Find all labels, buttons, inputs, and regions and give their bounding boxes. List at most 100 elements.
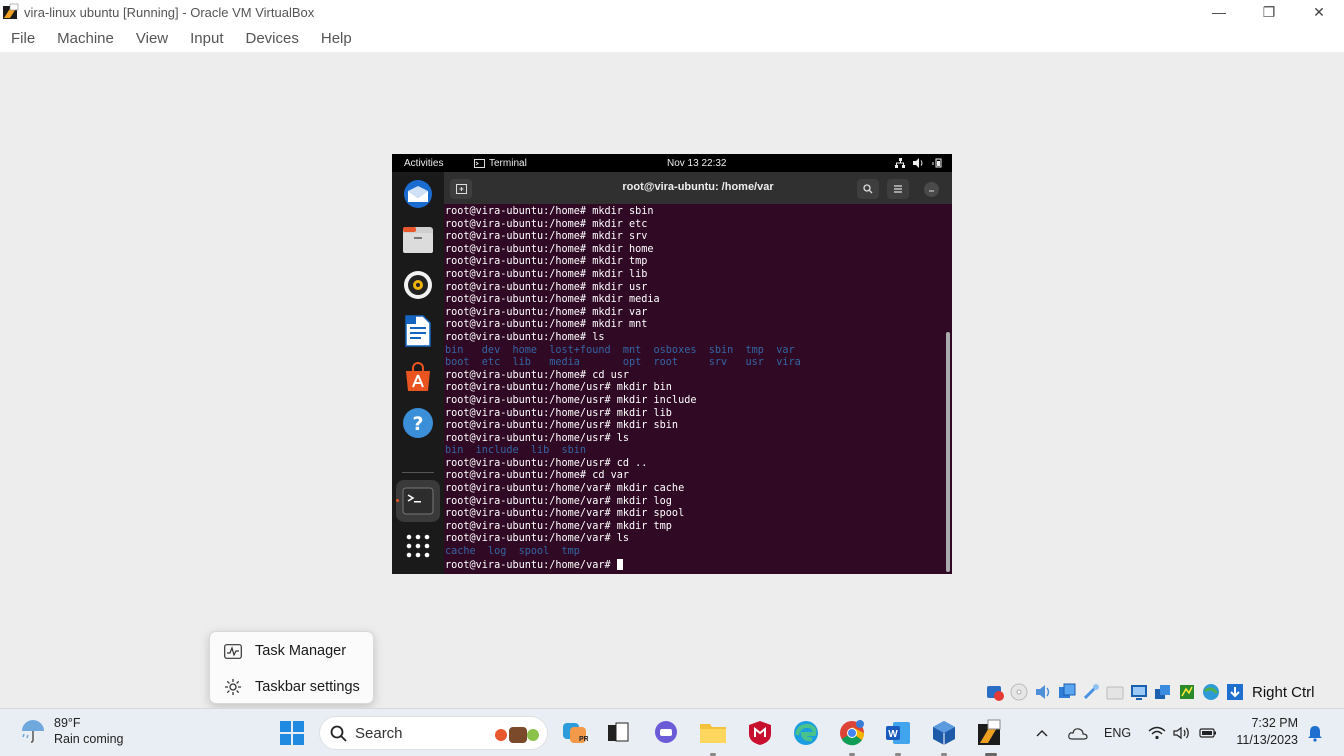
dock-separator: [402, 472, 434, 473]
menu-devices[interactable]: Devices: [246, 30, 299, 47]
cpu-icon[interactable]: [1176, 681, 1198, 703]
menu-file[interactable]: File: [11, 30, 35, 47]
mcafee-icon[interactable]: [744, 717, 776, 749]
hard-disk-icon[interactable]: [984, 681, 1006, 703]
terminal-prompt[interactable]: root@vira-ubuntu:/home/var#: [445, 558, 944, 573]
window-title: vira-linux ubuntu [Running] - Oracle VM …: [24, 4, 315, 20]
terminal-line: root@vira-ubuntu:/home/var# mkdir tmp: [445, 520, 672, 532]
terminal-headerbar: root@vira-ubuntu: /home/var: [444, 172, 952, 204]
files-icon[interactable]: [401, 223, 435, 257]
weather-widget[interactable]: 89°F Rain coming: [20, 715, 123, 747]
terminal-line: root@vira-ubuntu:/home# mkdir home: [445, 243, 654, 255]
task-manager-item[interactable]: Task Manager: [210, 634, 375, 668]
terminal-menu-button[interactable]: [887, 179, 909, 199]
battery-icon[interactable]: [1199, 709, 1217, 756]
show-apps-icon[interactable]: [401, 529, 435, 563]
windows-logo-icon: [280, 721, 304, 745]
network-adapter-icon[interactable]: [1056, 681, 1078, 703]
task-manager-label: Task Manager: [255, 643, 347, 659]
active-app-label: Terminal: [489, 157, 527, 169]
shared-folder-icon[interactable]: [1104, 681, 1126, 703]
file-explorer-icon[interactable]: [697, 717, 729, 749]
menu-bar: File Machine View Input Devices Help: [0, 24, 1344, 52]
system-status-area[interactable]: [895, 158, 942, 168]
edge-icon[interactable]: [790, 717, 822, 749]
minimize-button[interactable]: —: [1194, 0, 1244, 24]
terminal-line: root@vira-ubuntu:/home/var# mkdir cache: [445, 483, 685, 495]
search-icon: [863, 184, 873, 194]
teams-chat-icon[interactable]: [650, 717, 682, 749]
active-app-indicator[interactable]: Terminal: [474, 158, 527, 169]
terminal-search-button[interactable]: [857, 179, 879, 199]
rain-umbrella-icon: [22, 720, 44, 743]
terminal-icon[interactable]: [396, 480, 440, 522]
start-button[interactable]: [276, 717, 308, 749]
word-icon[interactable]: W: [882, 717, 914, 749]
terminal-line: root@vira-ubuntu:/home/usr# ls: [445, 432, 630, 444]
svg-text:PRE: PRE: [579, 736, 588, 743]
host-key-label[interactable]: Right Ctrl: [1252, 684, 1315, 701]
rhythmbox-icon[interactable]: [401, 268, 435, 302]
recording-icon[interactable]: [1152, 681, 1174, 703]
terminal-line: root@vira-ubuntu:/home# mkdir mnt: [445, 319, 648, 331]
audio-icon[interactable]: [1032, 681, 1054, 703]
search-label: Search: [355, 724, 403, 742]
writer-icon[interactable]: [401, 314, 435, 348]
activities-button[interactable]: Activities: [404, 158, 443, 169]
menu-machine[interactable]: Machine: [57, 30, 114, 47]
menu-help[interactable]: Help: [321, 30, 352, 47]
taskbar-context-menu: Task Manager Taskbar settings: [209, 631, 374, 704]
terminal-line: root@vira-ubuntu:/home# mkdir media: [445, 294, 660, 306]
terminal-dir-listing: bin include lib sbin: [445, 445, 587, 457]
power-icon: [932, 158, 942, 168]
terminal-line: root@vira-ubuntu:/home# mkdir etc: [445, 218, 648, 230]
guest-display[interactable]: Activities Terminal Nov 13 22:32 ? root@…: [392, 154, 952, 574]
taskbar-settings-item[interactable]: Taskbar settings: [210, 670, 375, 704]
terminal-line: root@vira-ubuntu:/home# mkdir tmp: [445, 256, 648, 268]
notifications-bell-icon[interactable]: [1306, 709, 1324, 756]
close-button[interactable]: ✕: [1294, 0, 1344, 24]
wifi-icon[interactable]: [1148, 709, 1166, 756]
optical-drive-icon[interactable]: [1008, 681, 1030, 703]
clock-time: 7:32 PM: [1251, 716, 1298, 730]
taskbar-search[interactable]: Search: [319, 716, 548, 750]
volume-icon[interactable]: [1173, 709, 1191, 756]
language-indicator[interactable]: ENG: [1104, 709, 1131, 756]
search-icon: [330, 725, 347, 742]
keyboard-capture-icon[interactable]: [1224, 681, 1246, 703]
terminal-line: root@vira-ubuntu:/home/var# mkdir log: [445, 495, 672, 507]
terminal-window[interactable]: root@vira-ubuntu: /home/var root@vira-ub…: [444, 172, 952, 574]
thunderbird-icon[interactable]: [401, 177, 435, 211]
hamburger-icon: [894, 185, 902, 193]
display-icon[interactable]: [1128, 681, 1150, 703]
usb-icon[interactable]: [1080, 681, 1102, 703]
restore-button[interactable]: ❐: [1244, 0, 1294, 24]
terminal-line: root@vira-ubuntu:/home# ls: [445, 331, 605, 343]
onedrive-icon[interactable]: [1068, 709, 1088, 756]
weather-desc: Rain coming: [54, 732, 124, 746]
app-center-icon[interactable]: [401, 360, 435, 394]
virtualbox-manager-icon[interactable]: [928, 717, 960, 749]
menu-input[interactable]: Input: [190, 30, 223, 47]
terminal-small-icon: [474, 158, 485, 168]
terminal-line: root@vira-ubuntu:/home# mkdir sbin: [445, 206, 654, 217]
terminal-scrollbar[interactable]: [946, 332, 950, 572]
virtualbox-vm-icon[interactable]: [974, 717, 1006, 749]
network-icon: [895, 158, 905, 168]
show-hidden-icons[interactable]: [1036, 709, 1048, 756]
gnome-top-bar: Activities Terminal Nov 13 22:32: [392, 154, 952, 172]
terminal-line: root@vira-ubuntu:/home/usr# mkdir includ…: [445, 394, 697, 406]
task-view-icon[interactable]: [602, 717, 634, 749]
terminal-output[interactable]: root@vira-ubuntu:/home# mkdir sbin root@v…: [444, 206, 944, 574]
taskbar-settings-label: Taskbar settings: [255, 679, 360, 695]
taskbar-clock[interactable]: 7:32 PM 11/13/2023: [1232, 715, 1298, 749]
guest-clock[interactable]: Nov 13 22:32: [667, 158, 727, 169]
windows-taskbar: 89°F Rain coming Search PRE W: [0, 708, 1344, 756]
chrome-icon[interactable]: [836, 717, 868, 749]
help-icon[interactable]: ?: [401, 406, 435, 440]
copilot-icon[interactable]: PRE: [559, 717, 591, 749]
virtualbox-app-icon: [3, 3, 19, 19]
guest-additions-icon[interactable]: [1200, 681, 1222, 703]
terminal-minimize-button[interactable]: [924, 182, 939, 197]
menu-view[interactable]: View: [136, 30, 168, 47]
